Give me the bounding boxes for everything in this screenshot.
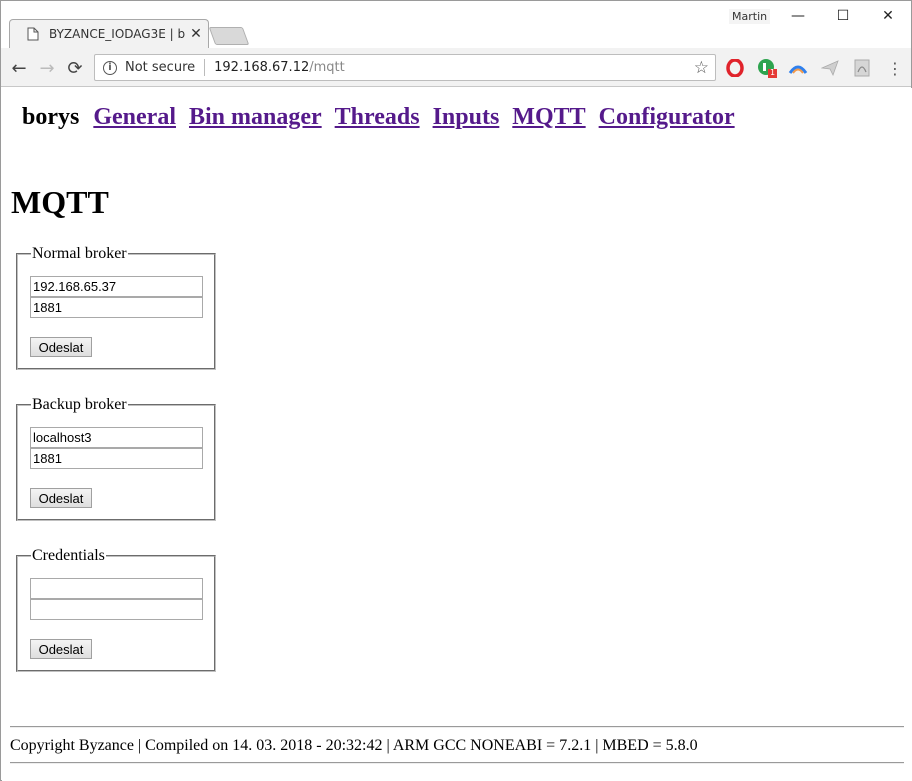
info-icon[interactable]: i — [103, 60, 117, 75]
menu-icon[interactable]: ⋮ — [885, 58, 905, 78]
green-extension-icon[interactable]: 1 — [757, 58, 777, 78]
backup-broker-port-input[interactable] — [30, 448, 203, 469]
url-path[interactable]: /mqtt — [309, 60, 345, 75]
credentials-password-input[interactable] — [30, 599, 203, 620]
nav-link-bin-manager[interactable]: Bin manager — [189, 104, 322, 131]
page-title: MQTT — [11, 184, 109, 220]
normal-broker-port-input[interactable] — [30, 297, 203, 318]
close-window-button[interactable]: ✕ — [865, 1, 911, 31]
normal-broker-legend: Normal broker — [32, 245, 127, 262]
opera-extension-icon[interactable] — [725, 58, 745, 78]
minimize-button[interactable]: — — [775, 1, 821, 31]
backup-broker-submit-button[interactable]: Odeslat — [30, 488, 92, 508]
back-icon[interactable]: ← — [7, 56, 31, 80]
credentials-username-input[interactable] — [30, 578, 203, 599]
backup-broker-legend: Backup broker — [32, 396, 127, 413]
extension-badge: 1 — [770, 68, 776, 77]
pdf-extension-icon[interactable] — [852, 58, 872, 78]
browser-toolbar: ← → ⟳ i Not secure 192.168.67.12 /mqtt ☆… — [1, 48, 911, 87]
brand-name: borys — [22, 104, 80, 130]
top-navigation: borys General Bin manager Threads Inputs… — [22, 104, 748, 131]
backup-broker-form: Backup broker Odeslat — [16, 397, 216, 521]
title-bar: BYZANCE_IODAG3E | bor ✕ Martin — ☐ ✕ — [1, 1, 911, 48]
backup-broker-host-input[interactable] — [30, 427, 203, 448]
reload-icon[interactable]: ⟳ — [63, 56, 87, 80]
tab-title: BYZANCE_IODAG3E | bor — [49, 26, 185, 41]
bookmark-star-icon[interactable]: ☆ — [694, 58, 709, 78]
normal-broker-submit-button[interactable]: Odeslat — [30, 337, 92, 357]
arc-extension-icon[interactable] — [788, 58, 808, 78]
tab-close-icon[interactable]: ✕ — [185, 26, 207, 42]
nav-link-general[interactable]: General — [93, 104, 176, 131]
maximize-button[interactable]: ☐ — [820, 1, 866, 31]
normal-broker-form: Normal broker Odeslat — [16, 246, 216, 370]
forward-icon[interactable]: → — [35, 56, 59, 80]
footer-top-divider — [10, 726, 904, 728]
credentials-submit-button[interactable]: Odeslat — [30, 639, 92, 659]
credentials-legend: Credentials — [32, 547, 105, 564]
normal-broker-host-input[interactable] — [30, 276, 203, 297]
security-label[interactable]: Not secure — [125, 60, 195, 75]
nav-link-configurator[interactable]: Configurator — [599, 104, 735, 131]
send-extension-icon[interactable] — [820, 58, 840, 78]
active-tab[interactable]: BYZANCE_IODAG3E | bor ✕ — [15, 19, 207, 48]
url-host[interactable]: 192.168.67.12 — [214, 60, 309, 75]
address-bar[interactable]: i Not secure 192.168.67.12 /mqtt ☆ — [94, 54, 716, 81]
footer-bottom-divider — [10, 762, 904, 764]
page-content: borys General Bin manager Threads Inputs… — [2, 88, 912, 781]
nav-link-inputs[interactable]: Inputs — [433, 104, 500, 131]
footer-text: Copyright Byzance | Compiled on 14. 03. … — [10, 737, 698, 754]
browser-window: BYZANCE_IODAG3E | bor ✕ Martin — ☐ ✕ ← →… — [0, 0, 912, 781]
nav-link-mqtt[interactable]: MQTT — [512, 104, 585, 131]
new-tab-button[interactable] — [208, 27, 250, 45]
separator — [204, 59, 206, 76]
page-icon — [27, 27, 41, 41]
profile-name[interactable]: Martin — [729, 9, 771, 24]
credentials-form: Credentials Odeslat — [16, 548, 216, 672]
nav-link-threads[interactable]: Threads — [335, 104, 420, 131]
